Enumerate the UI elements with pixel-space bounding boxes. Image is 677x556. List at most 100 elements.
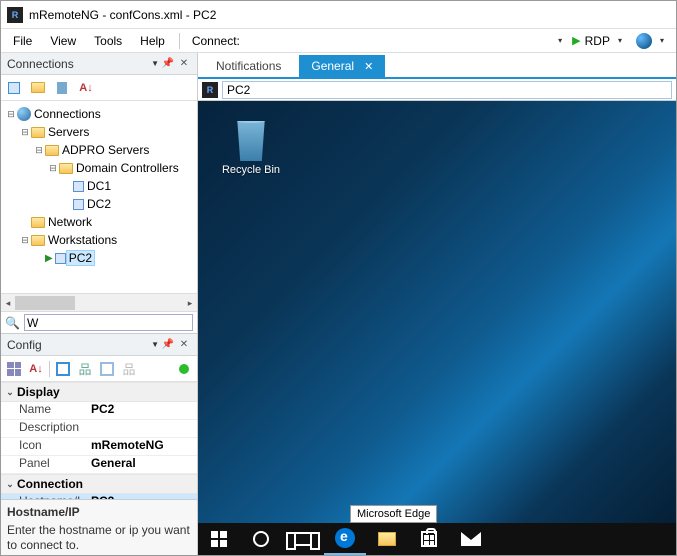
expander-spacer [33, 252, 45, 264]
prop-value[interactable]: PC2 [91, 402, 197, 419]
property-grid[interactable]: ⌄ Display Name PC2 Description Icon mRem… [1, 382, 197, 500]
alphabetical-button[interactable]: A↓ [27, 360, 45, 378]
prop-category-connection[interactable]: ⌄ Connection [1, 474, 197, 494]
cortana-icon [253, 531, 269, 547]
prop-btn-3[interactable] [98, 360, 116, 378]
prop-category-display[interactable]: ⌄ Display [1, 382, 197, 402]
prop-row-name[interactable]: Name PC2 [1, 402, 197, 420]
taskview-button[interactable] [282, 523, 324, 555]
cortana-button[interactable] [240, 523, 282, 555]
tree-folder-adpro[interactable]: ⊟ ADPRO Servers [3, 141, 195, 159]
connection-icon [73, 199, 84, 210]
close-icon[interactable]: ✕ [364, 60, 373, 73]
tree-label: PC2 [66, 250, 95, 266]
desktop-icon-recyclebin[interactable]: Recycle Bin [216, 121, 286, 176]
session-title-input[interactable] [222, 81, 672, 99]
expander-spacer [61, 198, 73, 210]
folder-icon [31, 217, 45, 228]
green-dot-icon [179, 364, 189, 374]
taskbar-edge[interactable] [324, 523, 366, 555]
menu-tools[interactable]: Tools [86, 31, 130, 51]
prop-row-description[interactable]: Description [1, 420, 197, 438]
tooltip: Microsoft Edge [350, 505, 437, 523]
folder-icon [59, 163, 73, 174]
pin-icon[interactable]: 📌 [161, 57, 175, 71]
connections-panel-header[interactable]: Connections ▼ 📌 ✕ [1, 53, 197, 75]
expander-icon[interactable]: ⊟ [19, 126, 31, 138]
categorized-button[interactable] [5, 360, 23, 378]
tree-h-scrollbar[interactable]: ◂ ▸ [1, 293, 197, 311]
prop-value[interactable]: mRemoteNG [91, 438, 197, 455]
taskbar-store[interactable] [408, 523, 450, 555]
connection-icon [55, 253, 66, 264]
category-label: Connection [17, 477, 83, 491]
connect-label: Connect: [186, 31, 246, 51]
menu-file[interactable]: File [5, 31, 40, 51]
config-toolbar: A↓ 品 品 [1, 356, 197, 382]
panel-menu-icon[interactable]: ▼ [151, 59, 159, 68]
folder-icon [378, 532, 396, 546]
taskbar-explorer[interactable] [366, 523, 408, 555]
tree-item-pc2[interactable]: ▶ PC2 [3, 249, 195, 267]
external-tools-button[interactable]: ▾ [632, 31, 672, 51]
tab-strip: Notifications General ✕ [198, 53, 676, 79]
expander-icon[interactable]: ⊟ [5, 108, 17, 120]
tree-item-dc1[interactable]: DC1 [3, 177, 195, 195]
protocol-selector[interactable]: ▶ RDP ▾ [568, 32, 630, 50]
close-icon[interactable]: ✕ [177, 57, 191, 71]
connections-search-input[interactable] [24, 314, 193, 331]
pin-icon[interactable]: 📌 [161, 338, 175, 352]
tree-folder-servers[interactable]: ⊟ Servers [3, 123, 195, 141]
connections-tree[interactable]: ⊟ Connections ⊟ Servers ⊟ ADPRO Servers … [1, 101, 197, 293]
taskbar-mail[interactable] [450, 523, 492, 555]
chevron-down-icon: ▾ [656, 36, 668, 45]
config-panel-header[interactable]: Config ▼ 📌 ✕ [1, 334, 197, 356]
right-pane: Notifications General ✕ R Recycle Bin Mi… [198, 53, 676, 555]
new-folder-button[interactable] [29, 79, 47, 97]
new-connection-button[interactable] [5, 79, 23, 97]
close-icon[interactable]: ✕ [177, 338, 191, 352]
panel-menu-icon[interactable]: ▼ [151, 340, 159, 349]
prop-name: Description [1, 420, 91, 437]
titlebar: R mRemoteNG - confCons.xml - PC2 [1, 1, 676, 29]
tab-general[interactable]: General ✕ [299, 55, 385, 77]
tab-notifications[interactable]: Notifications [204, 55, 293, 77]
tree-folder-network[interactable]: Network [3, 213, 195, 231]
prop-btn-4[interactable]: 品 [120, 360, 138, 378]
tree-label: ADPRO Servers [59, 142, 152, 158]
tree-item-dc2[interactable]: DC2 [3, 195, 195, 213]
app-icon: R [202, 82, 218, 98]
scroll-thumb[interactable] [15, 296, 75, 310]
sort-button[interactable]: A↓ [77, 79, 95, 97]
prop-row-panel[interactable]: Panel General [1, 456, 197, 474]
expander-icon[interactable]: ⊟ [19, 234, 31, 246]
menu-separator [179, 33, 180, 49]
expander-icon[interactable]: ⊟ [33, 144, 45, 156]
menu-view[interactable]: View [42, 31, 84, 51]
prop-btn-2[interactable]: 品 [76, 360, 94, 378]
expander-spacer [61, 180, 73, 192]
connections-panel-title: Connections [7, 57, 151, 71]
scroll-left-icon[interactable]: ◂ [1, 294, 15, 312]
start-button[interactable] [198, 523, 240, 555]
tree-root-connections[interactable]: ⊟ Connections [3, 105, 195, 123]
connections-toolbar: A↓ [1, 75, 197, 101]
tree-folder-domaincontrollers[interactable]: ⊟ Domain Controllers [3, 159, 195, 177]
scroll-right-icon[interactable]: ▸ [183, 294, 197, 312]
remote-desktop-view[interactable]: Recycle Bin Microsoft Edge [198, 101, 676, 555]
property-help: Hostname/IP Enter the hostname or ip you… [1, 500, 197, 555]
view-button[interactable] [53, 79, 71, 97]
tree-folder-workstations[interactable]: ⊟ Workstations [3, 231, 195, 249]
prop-row-icon[interactable]: Icon mRemoteNG [1, 438, 197, 456]
expander-icon[interactable]: ⊟ [47, 162, 59, 174]
connection-icon [73, 181, 84, 192]
left-pane: Connections ▼ 📌 ✕ A↓ ⊟ Connections ⊟ Ser… [1, 53, 198, 555]
folder-icon [31, 235, 45, 246]
expander-spacer [19, 216, 31, 228]
prop-name: Panel [1, 456, 91, 473]
menu-help[interactable]: Help [132, 31, 173, 51]
prop-value[interactable]: General [91, 456, 197, 473]
prop-value[interactable] [91, 420, 197, 437]
prop-btn-1[interactable] [54, 360, 72, 378]
connect-host-dropdown[interactable]: ▾ [554, 36, 566, 45]
